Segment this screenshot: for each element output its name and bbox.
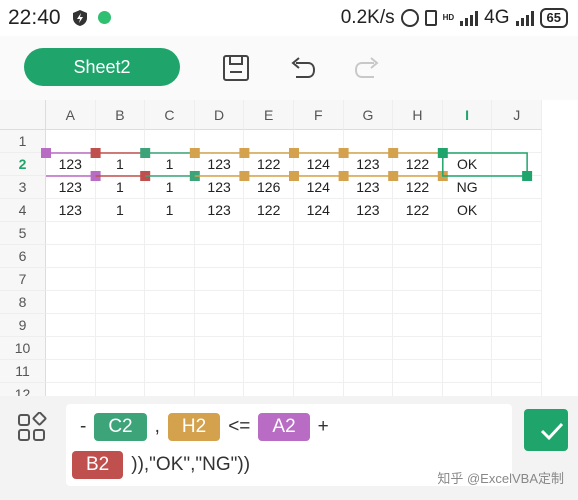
hd-label: HD	[442, 13, 455, 22]
formula-token-2: ,	[154, 416, 160, 437]
function-grid-icon[interactable]	[16, 412, 48, 444]
alarm-icon	[400, 9, 419, 27]
formula-l2-ref-chip-b2: B2	[72, 451, 124, 479]
signal-icon	[460, 10, 479, 26]
ref-handle-top-1	[90, 148, 101, 158]
active-cell-handle-top	[437, 148, 448, 158]
signal-icon-2	[515, 10, 534, 26]
check-icon	[540, 422, 564, 441]
ref-handle-top-6	[338, 148, 349, 158]
sim-slot-icon	[424, 10, 437, 26]
formula-l2-token-1: )),"OK","NG"))	[131, 454, 251, 475]
formula-token-4: <=	[228, 416, 251, 437]
status-time: 22:40	[8, 6, 61, 29]
formula-token-6: +	[317, 416, 329, 437]
ref-handle-top-0	[41, 148, 51, 158]
ref-handle-top-3	[189, 148, 200, 158]
formula-bar: - C2, H2 <= A2 + B2 )),"OK","NG")) 知乎 @ExcelVB…	[0, 396, 578, 500]
ref-handle-top-5	[289, 148, 299, 158]
network-speed: 0.2K/s	[340, 7, 395, 28]
watermark: 知乎 @ExcelVBA定制	[437, 471, 564, 486]
toolbar: Sheet2	[0, 36, 578, 100]
redo-icon[interactable]	[354, 54, 382, 82]
status-bar: 22:40 0.2K/s HD 4G 65	[0, 0, 578, 36]
app-notification-icon	[98, 11, 111, 24]
sheet-tab-sheet2[interactable]: Sheet2	[24, 48, 180, 86]
ref-handle-top-4	[239, 148, 250, 158]
active-cell-handle-bottom	[522, 171, 533, 181]
status-right: 0.2K/s HD 4G 65	[341, 6, 568, 30]
network-type: 4G	[484, 7, 510, 28]
formula-line-1: - C2, H2 <= A2 +	[72, 412, 337, 442]
shield-icon	[73, 10, 87, 26]
save-icon[interactable]	[222, 54, 250, 82]
active-cell-border	[442, 152, 528, 177]
confirm-button[interactable]	[524, 409, 568, 451]
formula-line-2: B2 )),"OK","NG"))	[72, 450, 258, 480]
battery-indicator: 65	[539, 8, 568, 28]
ref-handle-top-7	[388, 148, 399, 158]
ref-handle-top-2	[140, 148, 151, 158]
formula-reference-overlay	[41, 148, 533, 181]
undo-icon[interactable]	[288, 54, 316, 82]
formula-ref-chip-a2: A2	[258, 413, 310, 441]
formula-ref-chip-c2: C2	[94, 413, 147, 441]
spreadsheet-grid[interactable]: A B C D E F G H I J 1 2 123 1 1 123 122 124 123 122 OK 3 123 1 1…	[0, 100, 578, 396]
formula-token-0: -	[80, 416, 87, 437]
formula-ref-chip-h2: H2	[167, 413, 221, 441]
